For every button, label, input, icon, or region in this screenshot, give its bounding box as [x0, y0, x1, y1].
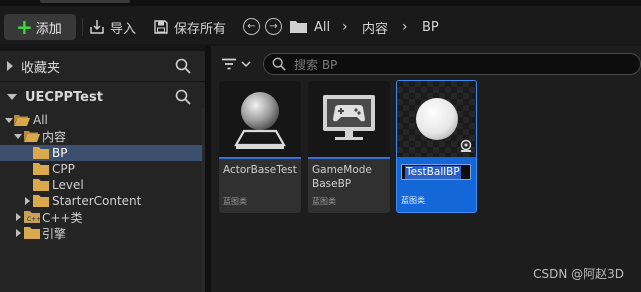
toolbar: + 添加 导入 保存所有 ← → All › 内容 › BP — [0, 6, 641, 44]
chevron-down-icon — [241, 61, 251, 68]
asset-name: ActorBaseTest — [223, 164, 297, 176]
search-icon[interactable] — [175, 89, 191, 105]
tree-item-bp-label: BP — [52, 146, 68, 160]
add-button-label: 添加 — [35, 21, 62, 37]
import-button[interactable]: 导入 — [89, 14, 136, 40]
folder-icon — [33, 195, 49, 207]
search-icon[interactable] — [175, 58, 191, 74]
asset-thumbnail — [308, 81, 390, 157]
tree-item-cpp-classes-label: C++类 — [42, 210, 83, 225]
asset-type: 蓝图类 — [312, 197, 336, 206]
tree-item-startercontent[interactable]: StarterContent — [0, 193, 205, 209]
tree-item-content[interactable]: 内容 — [0, 128, 205, 144]
folder-icon — [33, 163, 49, 175]
arrow-left-icon: ← — [247, 20, 256, 32]
save-all-button-label: 保存所有 — [174, 21, 227, 37]
asset-search-input[interactable]: 搜索 BP — [263, 53, 641, 75]
asset-name: GameMode BaseBP — [312, 163, 388, 191]
folder-tree: All 内容 BP CPP Level StarterContent C++ C… — [0, 108, 205, 292]
search-icon — [272, 57, 286, 71]
tree-item-cpp-label: CPP — [52, 162, 75, 176]
chevron-down-icon[interactable] — [4, 115, 14, 125]
white-sphere-icon — [416, 98, 458, 140]
tab-hint — [40, 0, 130, 3]
breadcrumb-content[interactable]: 内容 — [362, 14, 388, 40]
sphere-pedestal-icon — [234, 92, 286, 149]
tree-item-engine-label: 引擎 — [42, 226, 67, 241]
save-icon — [154, 20, 168, 34]
asset-name-line: BaseBP — [312, 178, 352, 190]
asset-type: 蓝图类 — [223, 197, 247, 206]
project-label: UECPPTest — [25, 89, 103, 105]
tree-item-engine[interactable]: 引擎 — [0, 225, 205, 241]
breadcrumb-all[interactable]: All — [314, 14, 330, 40]
tree-item-level-label: Level — [52, 178, 84, 192]
watermark: CSDN @阿赵3D — [533, 267, 624, 281]
open-folder-icon — [14, 115, 30, 126]
chevron-right-icon[interactable] — [22, 196, 32, 206]
import-icon — [90, 20, 104, 34]
asset-thumbnail — [397, 81, 476, 157]
breadcrumb-all-label: All — [314, 19, 331, 35]
asset-tile-actorbasetest[interactable]: ActorBaseTest 蓝图类 — [219, 81, 301, 213]
asset-thumbnail — [219, 81, 301, 157]
history-back-button[interactable]: ← — [243, 18, 260, 35]
asset-tile-testballbp[interactable]: TestBallBP 蓝图类 — [396, 80, 477, 213]
sources-panel: 收藏夹 UECPPTest All 内容 BP CPP Level Starte… — [0, 46, 205, 292]
tree-item-all[interactable]: All — [0, 112, 205, 128]
tree-item-startercontent-label: StarterContent — [52, 194, 142, 208]
import-button-label: 导入 — [110, 21, 137, 37]
toolbar-divider — [82, 18, 83, 36]
chevron-right-icon[interactable]: › — [402, 14, 408, 40]
asset-type-bar — [397, 157, 476, 159]
plus-icon: + — [16, 15, 33, 39]
tree-item-bp[interactable]: BP — [0, 145, 205, 161]
breadcrumb-content-label: 内容 — [362, 21, 389, 37]
tree-item-level[interactable]: Level — [0, 177, 205, 193]
breadcrumb-bp[interactable]: BP — [422, 14, 439, 40]
folder-icon — [33, 179, 49, 191]
asset-type-bar — [308, 157, 390, 159]
history-forward-button[interactable]: → — [265, 18, 282, 35]
collapse-arrow-icon — [7, 94, 17, 100]
tree-item-content-label: 内容 — [42, 129, 67, 144]
add-button[interactable]: + 添加 — [4, 14, 76, 40]
search-placeholder: 搜索 BP — [294, 57, 338, 72]
cpp-folder-icon: C++ — [24, 211, 40, 223]
gamepad-monitor-icon — [323, 95, 375, 140]
asset-type: 蓝图类 — [401, 196, 425, 205]
filter-button[interactable] — [221, 55, 257, 73]
favorites-header[interactable]: 收藏夹 — [0, 51, 205, 81]
tree-item-cpp[interactable]: CPP — [0, 161, 205, 177]
arrow-right-icon: → — [269, 20, 278, 32]
asset-name-line: GameMode — [312, 164, 372, 176]
folder-icon — [24, 227, 40, 239]
svg-text:C++: C++ — [27, 216, 40, 223]
folder-icon — [290, 21, 307, 33]
chevron-right-icon[interactable] — [13, 228, 23, 238]
expand-arrow-icon — [7, 61, 13, 71]
tree-item-cpp-classes[interactable]: C++ C++类 — [0, 209, 205, 225]
breadcrumb-bp-label: BP — [422, 19, 439, 35]
favorites-label: 收藏夹 — [21, 60, 61, 76]
asset-tile-gamemodebasebp[interactable]: GameMode BaseBP 蓝图类 — [308, 81, 390, 213]
open-folder-icon — [24, 131, 40, 142]
filter-icon — [222, 58, 236, 70]
asset-type-bar — [219, 157, 301, 159]
asset-rename-input[interactable]: TestBallBP — [401, 164, 471, 180]
chevron-right-icon[interactable] — [13, 212, 23, 222]
camera-badge-icon — [460, 139, 472, 152]
chevron-down-icon[interactable] — [13, 131, 23, 141]
asset-view: 搜索 BP ActorBaseTest 蓝图类 GameMode BaseBP … — [211, 46, 641, 292]
chevron-right-icon[interactable]: › — [342, 14, 348, 40]
folder-icon — [33, 147, 49, 159]
save-all-button[interactable]: 保存所有 — [153, 14, 226, 40]
asset-rename-text: TestBallBP — [405, 165, 461, 179]
tree-item-all-label: All — [33, 113, 48, 127]
